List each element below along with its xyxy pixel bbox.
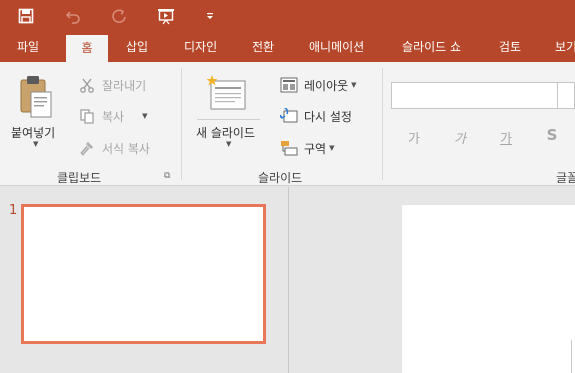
- slides-group-label: 슬라이드: [258, 171, 303, 185]
- font-group-label: 글꼴: [556, 171, 575, 185]
- redo-icon[interactable]: [107, 5, 131, 27]
- reset-label: 다시 설정: [304, 109, 352, 124]
- copy-label: 복사: [102, 109, 125, 124]
- tab-review[interactable]: 검토: [499, 33, 521, 62]
- tab-design[interactable]: 디자인: [184, 33, 217, 62]
- dialog-launcher-icon[interactable]: ⧉: [164, 171, 170, 181]
- format-painter-button[interactable]: 서식 복사: [78, 137, 150, 159]
- powerpoint-window: 파일 홈 삽입 디자인 전환 애니메이션 슬라이드 쇼 검토 보기 붙여넣기 ▼: [0, 0, 575, 373]
- copy-dropdown-icon[interactable]: ▼: [142, 112, 147, 120]
- group-separator: [181, 68, 182, 180]
- new-slide-split-line: [197, 119, 260, 120]
- paste-dropdown-icon[interactable]: ▼: [33, 140, 38, 148]
- tab-animations[interactable]: 애니메이션: [309, 33, 364, 62]
- section-label: 구역: [304, 141, 327, 156]
- copy-icon: [78, 107, 96, 125]
- tab-transitions[interactable]: 전환: [252, 33, 274, 62]
- format-painter-icon: [78, 139, 96, 157]
- layout-dropdown-icon: ▼: [351, 81, 357, 89]
- section-dropdown-icon: ▼: [329, 144, 335, 152]
- font-name-input[interactable]: [391, 82, 558, 109]
- paste-icon[interactable]: [14, 74, 56, 122]
- layout-button[interactable]: 레이아웃 ▼: [280, 74, 357, 96]
- new-slide-icon[interactable]: [205, 75, 247, 111]
- reset-button[interactable]: 다시 설정: [280, 105, 352, 127]
- tab-slide-show[interactable]: 슬라이드 쇼: [402, 33, 461, 62]
- customize-qat-icon[interactable]: [198, 5, 222, 27]
- format-painter-label: 서식 복사: [102, 141, 150, 156]
- layout-label: 레이아웃: [304, 78, 349, 93]
- font-name-dropdown-icon[interactable]: [557, 82, 575, 109]
- cut-label: 잘라내기: [102, 78, 147, 93]
- slide-number: 1: [9, 203, 18, 218]
- vertical-scrollbar[interactable]: [571, 340, 575, 373]
- paste-button[interactable]: 붙여넣기: [11, 124, 55, 141]
- italic-button[interactable]: 가: [449, 128, 471, 147]
- scissors-icon: [78, 76, 96, 94]
- slide-thumbnail[interactable]: [21, 204, 266, 344]
- tab-view[interactable]: 보기: [555, 33, 575, 62]
- slide-canvas[interactable]: [402, 205, 575, 373]
- ribbon-home: 붙여넣기 ▼ 잘라내기 복사 ▼ 서식 복사 클립보드 ⧉ 새 슬라이드 ▼ 레…: [0, 62, 575, 186]
- section-icon: [280, 139, 298, 157]
- underline-button[interactable]: 가: [495, 128, 517, 147]
- undo-icon[interactable]: [61, 5, 85, 27]
- tab-insert[interactable]: 삽입: [126, 33, 148, 62]
- layout-icon: [280, 76, 298, 94]
- start-from-beginning-icon[interactable]: [154, 5, 178, 27]
- group-separator: [382, 68, 383, 180]
- clipboard-group-label: 클립보드: [57, 171, 102, 185]
- bold-button[interactable]: 가: [403, 128, 425, 147]
- quick-access-toolbar: [0, 0, 575, 33]
- cut-button[interactable]: 잘라내기: [78, 74, 146, 96]
- ribbon-tabs: 파일 홈 삽입 디자인 전환 애니메이션 슬라이드 쇼 검토 보기: [0, 33, 575, 64]
- copy-button[interactable]: 복사 ▼: [78, 105, 147, 127]
- tab-file[interactable]: 파일: [17, 33, 39, 62]
- save-icon[interactable]: [14, 5, 38, 27]
- reset-icon: [280, 107, 298, 125]
- new-slide-dropdown-icon[interactable]: ▼: [226, 140, 231, 148]
- section-button[interactable]: 구역 ▼: [280, 137, 334, 159]
- text-shadow-button[interactable]: S: [541, 126, 563, 144]
- tab-home[interactable]: 홈: [66, 35, 108, 64]
- new-slide-button[interactable]: 새 슬라이드: [196, 124, 255, 141]
